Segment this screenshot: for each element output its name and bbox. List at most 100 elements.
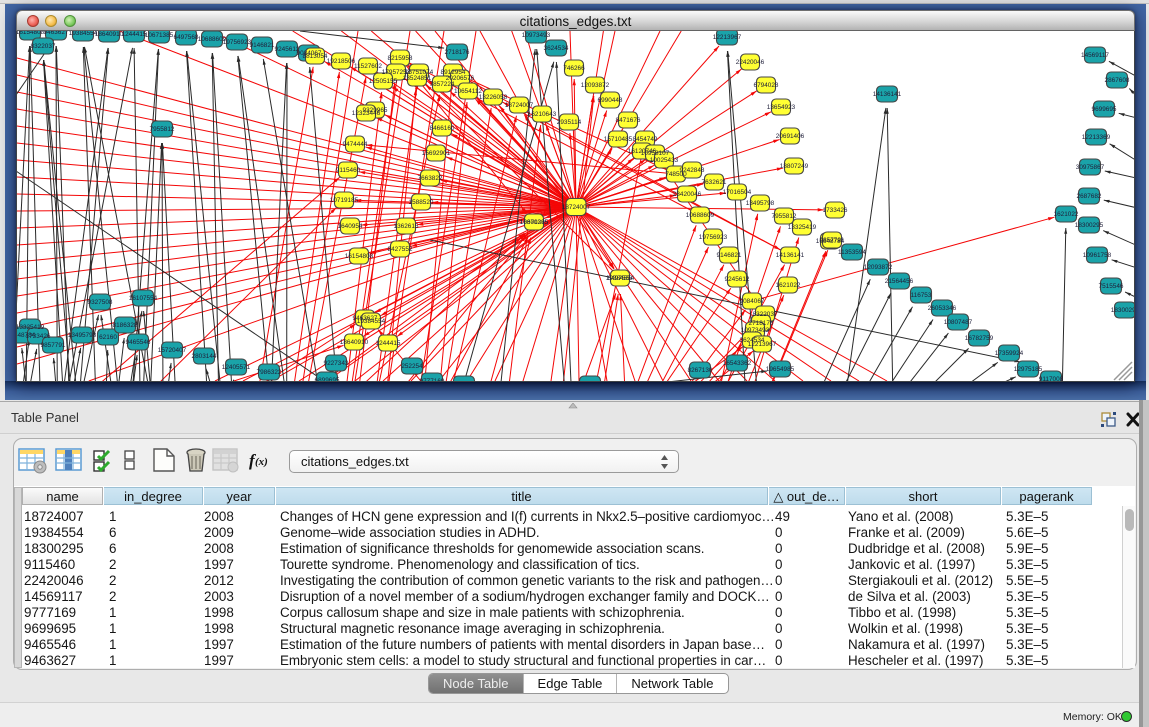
svg-text:2867608: 2867608	[1105, 77, 1130, 84]
svg-text:16210643: 16210643	[528, 111, 557, 118]
svg-text:6899695: 6899695	[315, 377, 340, 381]
svg-text:8322037: 8322037	[753, 311, 778, 318]
svg-text:8813054: 8813054	[303, 53, 328, 60]
svg-text:10961758: 10961758	[1083, 252, 1112, 259]
svg-text:2935114: 2935114	[557, 119, 582, 126]
svg-text:19218506: 19218506	[327, 58, 356, 65]
svg-text:7955812: 7955812	[772, 213, 797, 220]
svg-text:12093872: 12093872	[864, 264, 893, 271]
svg-text:10958107: 10958107	[641, 150, 670, 157]
svg-text:8466160: 8466160	[430, 125, 455, 132]
svg-text:10973493: 10973493	[522, 32, 551, 39]
svg-text:11353594: 11353594	[838, 249, 866, 256]
svg-text:12213369: 12213369	[1082, 134, 1111, 141]
svg-text:9465546: 9465546	[126, 339, 151, 346]
svg-text:19654985: 19654985	[766, 366, 795, 373]
svg-text:8454749: 8454749	[633, 136, 658, 143]
svg-text:1640954: 1640954	[338, 223, 363, 230]
svg-text:9245612: 9245612	[725, 276, 750, 283]
svg-text:17016504: 17016504	[723, 189, 752, 196]
svg-text:1621022: 1621022	[776, 282, 801, 289]
svg-text:18807249: 18807249	[780, 163, 809, 170]
svg-text:7515546: 7515546	[1099, 283, 1124, 290]
svg-text:8215958: 8215958	[388, 55, 413, 62]
svg-text:17359924: 17359924	[995, 350, 1024, 357]
svg-text:15720407: 15720407	[158, 347, 187, 354]
svg-text:13654923: 13654923	[767, 104, 796, 111]
svg-text:9857791: 9857791	[820, 237, 845, 244]
svg-text:7632621: 7632621	[702, 179, 727, 186]
svg-text:19384554: 19384554	[606, 275, 635, 282]
svg-text:2687682: 2687682	[1077, 193, 1102, 200]
svg-text:10973493: 10973493	[741, 327, 770, 334]
svg-text:19384554: 19384554	[357, 318, 386, 325]
svg-text:8427552: 8427552	[388, 246, 413, 253]
svg-text:18300295: 18300295	[1111, 307, 1134, 314]
svg-text:14136141: 14136141	[873, 91, 902, 98]
svg-text:30975867: 30975867	[1076, 164, 1105, 171]
svg-text:9227343: 9227343	[324, 360, 349, 367]
svg-text:6497568: 6497568	[174, 34, 199, 41]
svg-text:12405571: 12405571	[222, 364, 251, 371]
svg-text:116753: 116753	[911, 292, 932, 299]
svg-text:16782759: 16782759	[965, 335, 994, 342]
svg-text:13524851: 13524851	[403, 75, 432, 82]
svg-text:9115460: 9115460	[336, 167, 361, 174]
svg-text:16107554: 16107554	[129, 295, 158, 302]
svg-text:9146821: 9146821	[717, 252, 742, 259]
svg-text:9463627: 9463627	[44, 31, 69, 36]
svg-text:8471676: 8471676	[616, 117, 641, 124]
svg-text:1621022: 1621022	[1054, 211, 1079, 218]
svg-text:21564456: 21564456	[885, 278, 914, 285]
svg-text:6794028: 6794028	[754, 82, 779, 89]
svg-text:9117008: 9117008	[1039, 376, 1064, 381]
svg-text:11527602: 11527602	[354, 63, 382, 70]
svg-text:16154808: 16154808	[345, 253, 374, 260]
svg-text:12975185: 12975185	[1014, 366, 1043, 373]
svg-text:7857224: 7857224	[430, 81, 455, 88]
svg-text:23420046: 23420046	[673, 191, 702, 198]
svg-text:8322037: 8322037	[31, 43, 56, 50]
svg-text:62160: 62160	[99, 334, 117, 341]
svg-text:8186328: 8186328	[113, 322, 138, 329]
svg-text:19384554: 19384554	[69, 31, 98, 37]
svg-text:20691406: 20691406	[776, 133, 805, 140]
svg-text:9327508: 9327508	[88, 299, 113, 306]
svg-text:12505155: 12505155	[369, 78, 398, 85]
svg-text:16154808: 16154808	[17, 31, 45, 36]
svg-text:1244415: 1244415	[122, 31, 147, 38]
svg-text:252254: 252254	[401, 363, 423, 370]
svg-text:26053346: 26053346	[928, 305, 957, 312]
svg-text:18724007: 18724007	[505, 102, 534, 109]
svg-text:7986322: 7986322	[257, 369, 282, 376]
svg-text:746266: 746266	[563, 65, 585, 72]
svg-text:19756923: 19756923	[223, 39, 252, 46]
svg-text:13325419: 13325419	[788, 224, 817, 231]
svg-text:9857791: 9857791	[41, 342, 66, 349]
svg-text:1733426: 1733426	[26, 333, 51, 340]
svg-text:13495798: 13495798	[68, 332, 97, 339]
svg-text:10688609: 10688609	[686, 212, 715, 219]
svg-text:2718176: 2718176	[445, 49, 470, 56]
svg-text:9699695: 9699695	[1092, 106, 1117, 113]
svg-text:7663822: 7663822	[418, 175, 443, 182]
svg-text:12213967: 12213967	[713, 34, 742, 41]
svg-text:14569117: 14569117	[1081, 52, 1109, 59]
svg-text:1362615: 1362615	[394, 223, 419, 230]
svg-text:15710485: 15710485	[604, 136, 633, 143]
svg-text:13226058: 13226058	[479, 94, 508, 101]
svg-text:9474444: 9474444	[343, 141, 368, 148]
svg-text:22420046: 22420046	[736, 59, 765, 66]
svg-text:1733426: 1733426	[823, 207, 848, 214]
svg-text:9777169: 9777169	[420, 378, 445, 381]
svg-text:1244415: 1244415	[376, 340, 401, 347]
svg-text:12323446: 12323446	[352, 110, 381, 117]
svg-text:9146821: 9146821	[250, 42, 275, 49]
svg-text:13495798: 13495798	[746, 200, 775, 207]
svg-text:7955812: 7955812	[150, 126, 175, 133]
svg-text:10719185: 10719185	[330, 197, 359, 204]
svg-text:18300295: 18300295	[520, 219, 549, 226]
svg-text:16543362: 16543362	[723, 360, 752, 367]
svg-text:18640910: 18640910	[340, 339, 369, 346]
svg-text:19756923: 19756923	[699, 234, 728, 241]
